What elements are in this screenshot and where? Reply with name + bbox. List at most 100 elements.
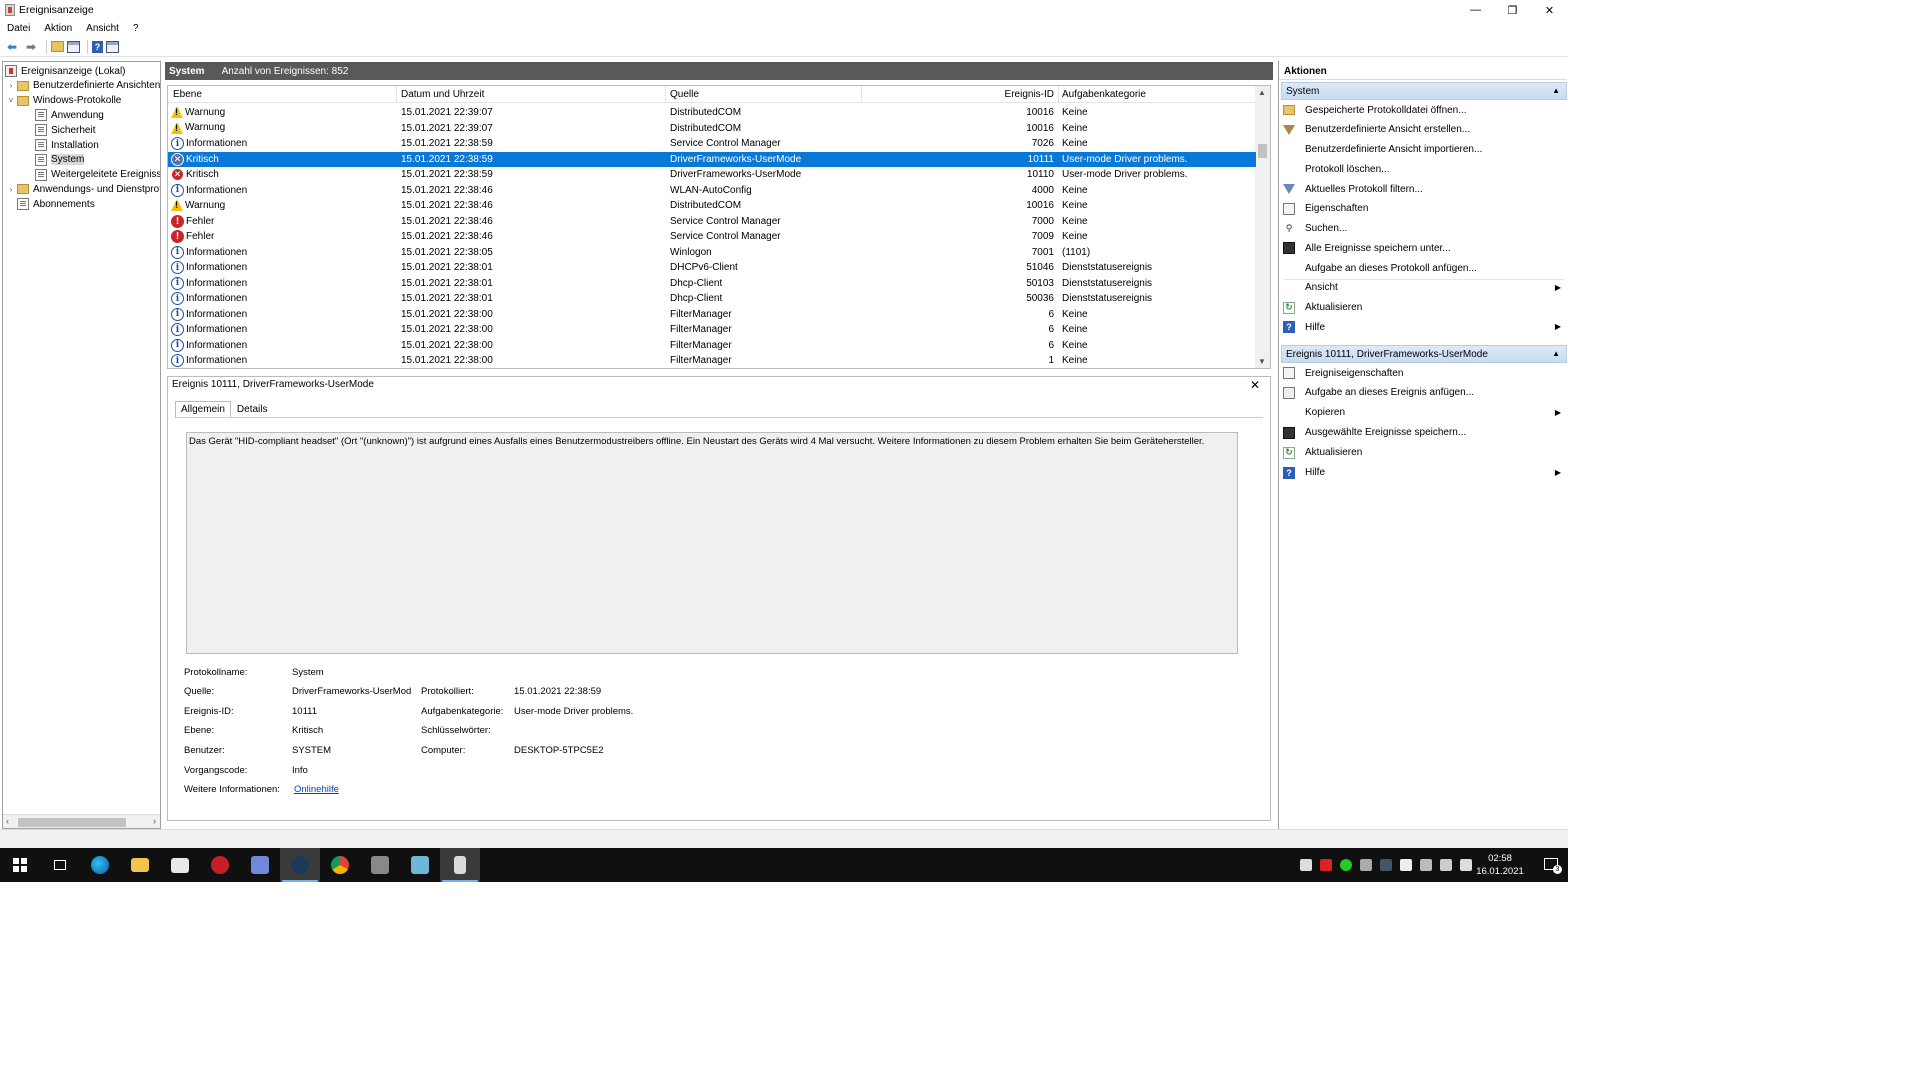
show-tree-icon[interactable] (67, 40, 80, 53)
back-arrow-icon[interactable]: ⬅ (4, 39, 20, 55)
collapse-caret-icon[interactable]: ▲ (1552, 86, 1560, 95)
actions-section-header[interactable]: Ereignis 10111, DriverFrameworks-UserMod… (1281, 345, 1567, 363)
action-item[interactable]: Eigenschaften (1283, 200, 1565, 218)
table-row[interactable]: i Informationen 15.01.2021 22:38:00 FilterM… (168, 338, 1256, 354)
action-item[interactable]: Aktuelles Protokoll filtern... (1283, 180, 1565, 198)
action-item[interactable]: Ansicht ▶ (1283, 279, 1565, 297)
taskbar-edge[interactable] (80, 848, 120, 882)
collapse-caret-icon[interactable]: ▲ (1552, 349, 1560, 358)
menu-datei[interactable]: Datei (0, 23, 37, 34)
table-row[interactable]: i Informationen 15.01.2021 22:38:59 Service… (168, 136, 1256, 152)
taskbar-discord[interactable] (240, 848, 280, 882)
tray-wifi-icon[interactable] (1440, 859, 1452, 871)
action-item[interactable]: ? Hilfe ▶ (1283, 318, 1565, 336)
table-row[interactable]: ! Fehler 15.01.2021 22:38:46 Service Contro… (168, 229, 1256, 245)
table-row[interactable]: Warnung 15.01.2021 22:38:46 DistributedCOM… (168, 198, 1256, 214)
table-row[interactable]: Warnung 15.01.2021 22:39:07 DistributedCOM… (168, 105, 1256, 121)
column-divider[interactable] (665, 86, 666, 103)
table-row[interactable]: ✕ Kritisch 15.01.2021 22:38:59 DriverFramew… (168, 151, 1256, 167)
table-row[interactable]: i Informationen 15.01.2021 22:38:01 DHCPv6-… (168, 260, 1256, 276)
action-item[interactable]: Ereigniseigenschaften (1283, 364, 1565, 382)
action-item[interactable]: ↻ Aktualisieren (1283, 299, 1565, 317)
tray-usb-icon[interactable] (1400, 859, 1412, 871)
taskbar-event-viewer[interactable] (440, 848, 480, 882)
tree-item[interactable]: Anwendung (35, 108, 104, 122)
taskbar-app-gray[interactable] (360, 848, 400, 882)
taskbar-steam[interactable] (280, 848, 320, 882)
table-row[interactable]: i Informationen 15.01.2021 22:38:05 Winlogo… (168, 245, 1256, 261)
tab-details[interactable]: Details (231, 401, 274, 418)
table-row[interactable]: i Informationen 15.01.2021 22:38:01 Dhcp-Cl… (168, 291, 1256, 307)
expand-chevron-icon[interactable]: › (7, 185, 15, 194)
taskbar-store[interactable] (160, 848, 200, 882)
taskbar-chrome[interactable] (320, 848, 360, 882)
table-row[interactable]: i Informationen 15.01.2021 22:38:46 WLAN-Au… (168, 183, 1256, 199)
column-source[interactable]: Quelle (670, 89, 699, 100)
tree-item[interactable]: › Benutzerdefinierte Ansichten (7, 79, 160, 93)
column-datetime[interactable]: Datum und Uhrzeit (401, 89, 484, 100)
action-item[interactable]: Aufgabe an dieses Protokoll anfügen... (1283, 259, 1565, 277)
tree-item[interactable]: Installation (35, 138, 99, 152)
table-row[interactable]: i Informationen 15.01.2021 22:38:00 FilterM… (168, 322, 1256, 338)
close-icon[interactable]: ✕ (1250, 378, 1260, 392)
tray-green-icon[interactable] (1340, 859, 1352, 871)
action-item[interactable]: ? Hilfe ▶ (1283, 464, 1565, 482)
action-item[interactable]: Gespeicherte Protokolldatei öffnen... (1283, 101, 1565, 119)
action-item[interactable]: Aufgabe an dieses Ereignis anfügen... (1283, 384, 1565, 402)
help-icon[interactable]: ? (92, 40, 103, 53)
menu-ansicht[interactable]: Ansicht (79, 23, 126, 34)
table-row[interactable]: ✕ Kritisch 15.01.2021 22:38:59 DriverFramew… (168, 167, 1256, 183)
column-level[interactable]: Ebene (173, 89, 202, 100)
close-button[interactable]: ✕ (1531, 0, 1568, 20)
action-item[interactable]: Benutzerdefinierte Ansicht importieren..… (1283, 141, 1565, 159)
action-item[interactable]: Kopieren ▶ (1283, 404, 1565, 422)
clock[interactable]: 02:58 16.01.2021 (1470, 852, 1530, 878)
action-item[interactable]: Alle Ereignisse speichern unter... (1283, 239, 1565, 257)
table-row[interactable]: ! Fehler 15.01.2021 22:38:46 Service Contro… (168, 214, 1256, 230)
column-divider[interactable] (1058, 86, 1059, 103)
expand-chevron-icon[interactable]: › (7, 81, 15, 90)
forward-arrow-icon[interactable]: ➡ (23, 39, 39, 55)
tab-allgemein[interactable]: Allgemein (175, 401, 231, 418)
expand-chevron-icon[interactable]: ˅ (7, 96, 15, 105)
tree-item[interactable]: Ereignisanzeige (Lokal) (5, 64, 126, 78)
scroll-right-icon[interactable]: › (153, 816, 156, 826)
list-vertical-scrollbar[interactable]: ▲ ▼ (1255, 86, 1270, 368)
action-item[interactable]: ↻ Aktualisieren (1283, 444, 1565, 462)
event-message[interactable]: Das Gerät "HID-compliant headset" (Ort "… (186, 432, 1238, 654)
notification-icon[interactable]: 3 (1544, 858, 1562, 874)
column-event-id[interactable]: Ereignis-ID (1005, 89, 1054, 100)
table-row[interactable]: i Informationen 15.01.2021 22:38:00 FilterM… (168, 307, 1256, 323)
action-item[interactable]: Protokoll löschen... (1283, 160, 1565, 178)
tray-app-icon[interactable] (1300, 859, 1312, 871)
tray-gray-icon[interactable] (1360, 859, 1372, 871)
tree-item[interactable]: System (35, 153, 85, 167)
tree-item[interactable]: ˅ Windows-Protokolle (7, 94, 122, 108)
action-item[interactable]: Ausgewählte Ereignisse speichern... (1283, 424, 1565, 442)
table-row[interactable]: i Informationen 15.01.2021 22:38:01 Dhcp-Cl… (168, 276, 1256, 292)
tree-item[interactable]: Sicherheit (35, 123, 95, 137)
minimize-button[interactable]: — (1457, 0, 1494, 20)
action-item[interactable]: ⚲ Suchen... (1283, 220, 1565, 238)
scroll-down-icon[interactable]: ▼ (1258, 357, 1266, 366)
open-folder-icon[interactable] (51, 41, 64, 52)
tree-item[interactable]: Weitergeleitete Ereignisse (35, 168, 160, 182)
scroll-thumb[interactable] (1258, 144, 1267, 158)
actions-section-header[interactable]: System ▲ (1281, 82, 1567, 100)
column-category[interactable]: Aufgabenkategorie (1062, 89, 1146, 100)
scroll-up-icon[interactable]: ▲ (1258, 88, 1266, 97)
tree-item[interactable]: › Anwendungs- und Dienstprotokolle (7, 182, 160, 196)
scroll-thumb[interactable] (18, 818, 126, 827)
tray-network-icon[interactable] (1420, 859, 1432, 871)
action-item[interactable]: Benutzerdefinierte Ansicht erstellen... (1283, 121, 1565, 139)
taskbar-explorer[interactable] (120, 848, 160, 882)
task-view-button[interactable] (40, 848, 80, 882)
online-help-link[interactable]: Onlinehilfe (294, 784, 339, 795)
table-row[interactable]: Warnung 15.01.2021 22:39:07 DistributedCOM… (168, 121, 1256, 137)
menu-help[interactable]: ? (126, 23, 146, 34)
tray-steam-icon[interactable] (1380, 859, 1392, 871)
table-row[interactable]: i Informationen 15.01.2021 22:38:00 FilterM… (168, 353, 1256, 368)
tray-red-icon[interactable] (1320, 859, 1332, 871)
taskbar-app-red[interactable] (200, 848, 240, 882)
tree-item[interactable]: Abonnements (7, 197, 95, 211)
